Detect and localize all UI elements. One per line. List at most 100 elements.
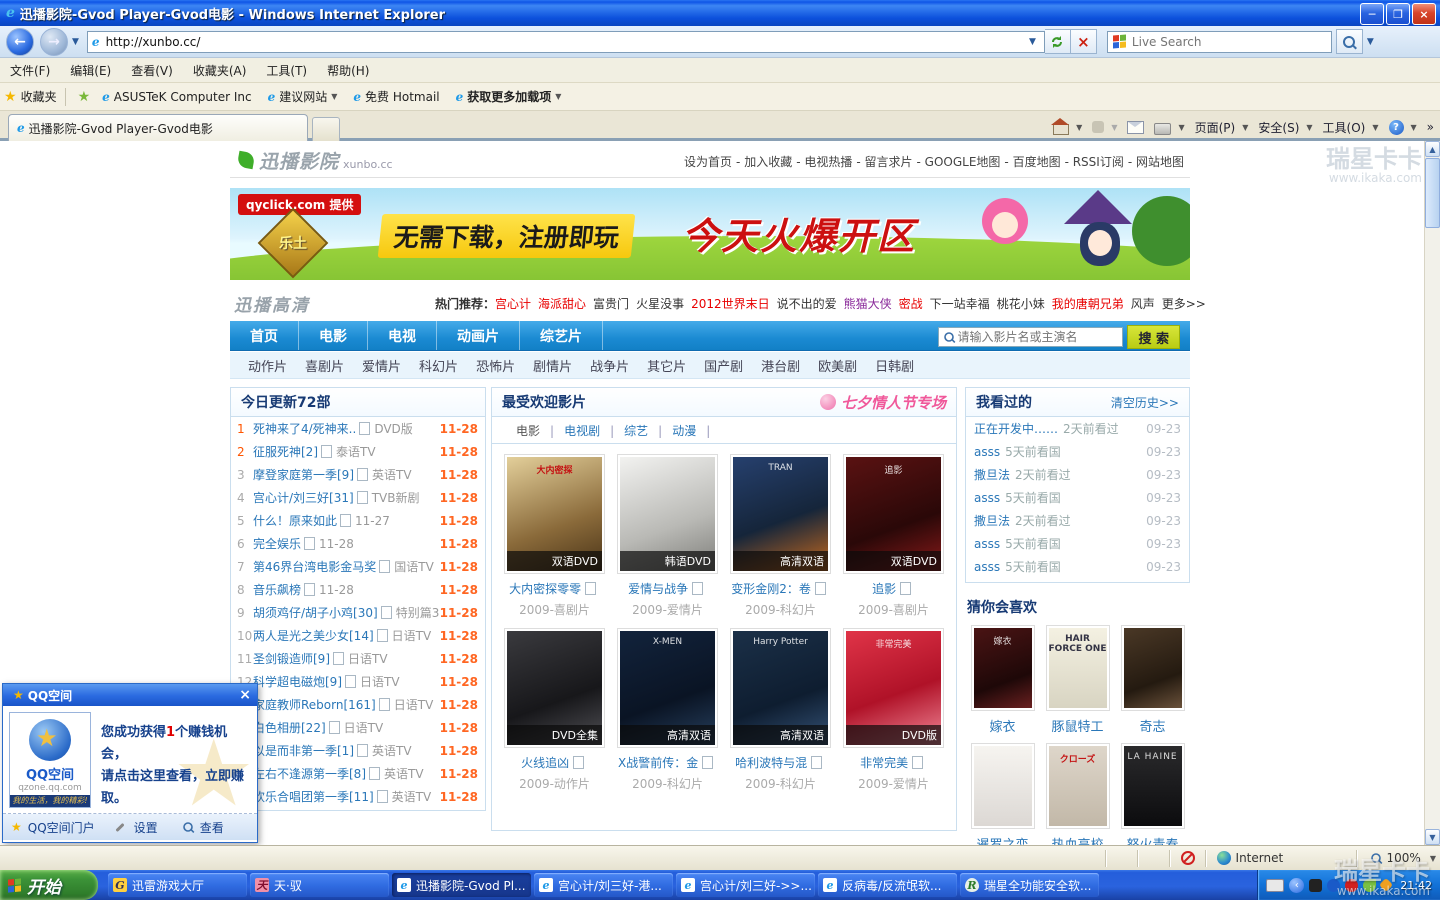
hot-link[interactable]: 熊猫大侠 xyxy=(844,297,892,311)
history-title-link[interactable]: 正在开发中…… xyxy=(974,420,1058,437)
print-button[interactable]: ▼ xyxy=(1154,120,1185,135)
history-item[interactable]: 撒旦法 2天前看过 09-23 xyxy=(966,463,1189,486)
update-list-item[interactable]: 6 完全娱乐 11-28 11-28 xyxy=(231,532,485,555)
item-title-link[interactable]: 两人是光之美少女[14] xyxy=(253,627,374,644)
popular-tab[interactable]: 电视剧 xyxy=(564,424,600,438)
qixi-festival-badge[interactable]: 七夕情人节专场 xyxy=(819,392,946,413)
overflow-chevron[interactable]: » xyxy=(1427,120,1434,134)
hot-link[interactable]: 我的唐朝兄弟 xyxy=(1052,297,1124,311)
category-link[interactable]: 喜剧片 xyxy=(305,356,344,375)
hot-link[interactable]: 火星没事 xyxy=(636,297,684,311)
url-input[interactable] xyxy=(103,33,1025,50)
start-button[interactable]: 开始 xyxy=(0,870,98,900)
qzone-message[interactable]: 您成功获得1个赚钱机会， 请点击这里查看，立即赚取。 xyxy=(91,712,251,807)
category-link[interactable]: 国产剧 xyxy=(704,356,743,375)
item-title-link[interactable]: 完全娱乐 xyxy=(253,535,301,552)
movie-poster[interactable]: TRAN 高清双语 xyxy=(730,454,831,574)
taskbar-button[interactable]: e 反病毒/反流氓软... xyxy=(818,873,957,897)
fav-item-hotmail[interactable]: e 免费 Hotmail xyxy=(345,88,447,105)
top-link[interactable]: 设为首页 xyxy=(684,155,732,169)
movie-card[interactable]: TRAN 高清双语 变形金刚2：卷 2009-科幻片 xyxy=(724,454,837,618)
scroll-up-button[interactable]: ▲ xyxy=(1425,141,1440,157)
suggestion-poster[interactable]: クローズ xyxy=(1045,743,1110,829)
movie-card[interactable]: 韩语DVD 爱情与战争 2009-爱情片 xyxy=(611,454,724,618)
item-title-link[interactable]: 征服死神[2] xyxy=(253,443,318,460)
movie-title-link[interactable]: 变形金刚2：卷 xyxy=(731,580,811,597)
history-title-link[interactable]: asss xyxy=(974,491,1000,505)
nav-tab[interactable]: 电视 xyxy=(368,321,437,350)
update-list-item[interactable]: 8 音乐飙榜 11-28 11-28 xyxy=(231,578,485,601)
update-list-item[interactable]: 12 科学超电磁炮[9] 日语TV 11-28 xyxy=(231,670,485,693)
item-title-link[interactable]: 死神来了4/死神来.. xyxy=(253,420,356,437)
nav-tab[interactable]: 首页 xyxy=(230,321,299,350)
item-title-link[interactable]: 圣剑锻造师[9] xyxy=(253,650,330,667)
suggestion-poster[interactable]: LA HAINE xyxy=(1120,743,1185,829)
movie-card[interactable]: DVD全集 火线追凶 2009-动作片 xyxy=(498,628,611,792)
update-list-item[interactable]: 11 圣剑锻造师[9] 日语TV 11-28 xyxy=(231,647,485,670)
history-item[interactable]: asss 5天前看国 09-23 xyxy=(966,486,1189,509)
fav-item-addons[interactable]: e 获取更多加载项 ▼ xyxy=(448,88,570,105)
movie-poster[interactable]: 韩语DVD xyxy=(617,454,718,574)
item-title-link[interactable]: 音乐飙榜 xyxy=(253,581,301,598)
hot-link[interactable]: 2012世界末日 xyxy=(691,297,770,311)
item-title-link[interactable]: 摩登家庭第一季[9] xyxy=(253,466,354,483)
tools-menu-button[interactable]: 工具(O) ▼ xyxy=(1323,119,1379,136)
nav-tab[interactable]: 动画片 xyxy=(437,321,520,350)
taskbar-button[interactable]: e 迅播影院-Gvod Pl... xyxy=(392,873,531,897)
forward-button[interactable]: → xyxy=(40,27,68,56)
taskbar-button[interactable]: 天 天·驭 xyxy=(250,873,389,897)
suggestion-card[interactable]: 嫁衣 嫁衣 xyxy=(965,625,1040,735)
history-title-link[interactable]: 撒旦法 xyxy=(974,512,1010,529)
movie-card[interactable]: X-MEN 高清双语 X战警前传：金 2009-科幻片 xyxy=(611,628,724,792)
tray-icon-4[interactable] xyxy=(1363,878,1377,892)
qzone-portal-link[interactable]: QQ空间门户 xyxy=(28,819,95,836)
movie-title-link[interactable]: 火线追凶 xyxy=(521,754,569,771)
hot-link[interactable]: 说不出的爱 xyxy=(777,297,837,311)
new-tab-button[interactable] xyxy=(312,117,340,142)
taskbar-button[interactable]: e 宫心计/刘三好-港... xyxy=(534,873,673,897)
item-title-link[interactable]: 什么！原来如此 xyxy=(253,512,337,529)
category-link[interactable]: 恐怖片 xyxy=(476,356,515,375)
suggestion-title-link[interactable]: 热血高校 xyxy=(1051,834,1103,845)
update-list-item[interactable]: 1 死神来了4/死神来.. DVD版 11-28 xyxy=(231,417,485,440)
add-favorite-icon[interactable]: ★ xyxy=(78,89,91,105)
hot-link[interactable]: 下一站幸福 xyxy=(930,297,990,311)
vertical-scrollbar[interactable]: ▲ ▼ xyxy=(1424,141,1440,845)
update-list-item[interactable]: 16 左右不逢源第一季[8] 英语TV 11-28 xyxy=(231,762,485,785)
update-list-item[interactable]: 13 家庭教师Reborn[161] 日语TV 11-28 xyxy=(231,693,485,716)
movie-title-link[interactable]: 爱情与战争 xyxy=(628,580,688,597)
live-search-input[interactable] xyxy=(1129,33,1326,50)
menu-favorites[interactable]: 收藏夹(A) xyxy=(183,62,257,79)
update-list-item[interactable]: 5 什么！原来如此 11-27 11-28 xyxy=(231,509,485,532)
item-title-link[interactable]: 科学超电磁炮[9] xyxy=(253,673,342,690)
nav-tab[interactable]: 综艺片 xyxy=(520,321,603,350)
history-item[interactable]: asss 5天前看国 09-23 xyxy=(966,555,1189,578)
movie-poster[interactable]: DVD全集 xyxy=(504,628,605,748)
suggestion-poster[interactable] xyxy=(970,743,1035,829)
category-link[interactable]: 战争片 xyxy=(590,356,629,375)
minimize-button[interactable]: ─ xyxy=(1360,3,1384,25)
url-dropdown[interactable]: ▼ xyxy=(1029,37,1036,47)
movie-title-link[interactable]: 非常完美 xyxy=(860,754,908,771)
suggestion-poster[interactable]: 嫁衣 xyxy=(970,625,1035,711)
stop-button[interactable]: × xyxy=(1070,29,1097,54)
update-list-item[interactable]: 4 宫心计/刘三好[31] TVB新剧 11-28 xyxy=(231,486,485,509)
suggestion-card[interactable]: HAIR FORCE ONE 豚鼠特工 xyxy=(1040,625,1115,735)
update-list-item[interactable]: 9 胡须鸡仔/胡子小鸡[30] 特别篇3 11-28 xyxy=(231,601,485,624)
scrollbar-thumb[interactable] xyxy=(1425,158,1440,228)
movie-poster[interactable]: X-MEN 高清双语 xyxy=(617,628,718,748)
hot-link[interactable]: 密战 xyxy=(899,297,923,311)
clear-history-link[interactable]: 清空历史>> xyxy=(1111,394,1179,411)
movie-poster[interactable]: 追影 双语DVD xyxy=(843,454,944,574)
movie-search-input[interactable] xyxy=(955,329,1119,345)
update-list-item[interactable]: 15 以是而非第一季[1] 英语TV 11-28 xyxy=(231,739,485,762)
history-item[interactable]: 正在开发中…… 2天前看过 09-23 xyxy=(966,417,1189,440)
top-link[interactable]: - 加入收藏 xyxy=(736,155,792,169)
hot-link[interactable]: 海派甜心 xyxy=(538,297,586,311)
category-link[interactable]: 科幻片 xyxy=(419,356,458,375)
hot-link[interactable]: 桃花小妹 xyxy=(997,297,1045,311)
nav-tab[interactable]: 电影 xyxy=(299,321,368,350)
item-title-link[interactable]: 左右不逢源第一季[8] xyxy=(253,765,366,782)
suggestion-card[interactable]: LA HAINE 怒火青春 xyxy=(1115,743,1190,845)
suggestion-title-link[interactable]: 嫁衣 xyxy=(989,716,1015,735)
